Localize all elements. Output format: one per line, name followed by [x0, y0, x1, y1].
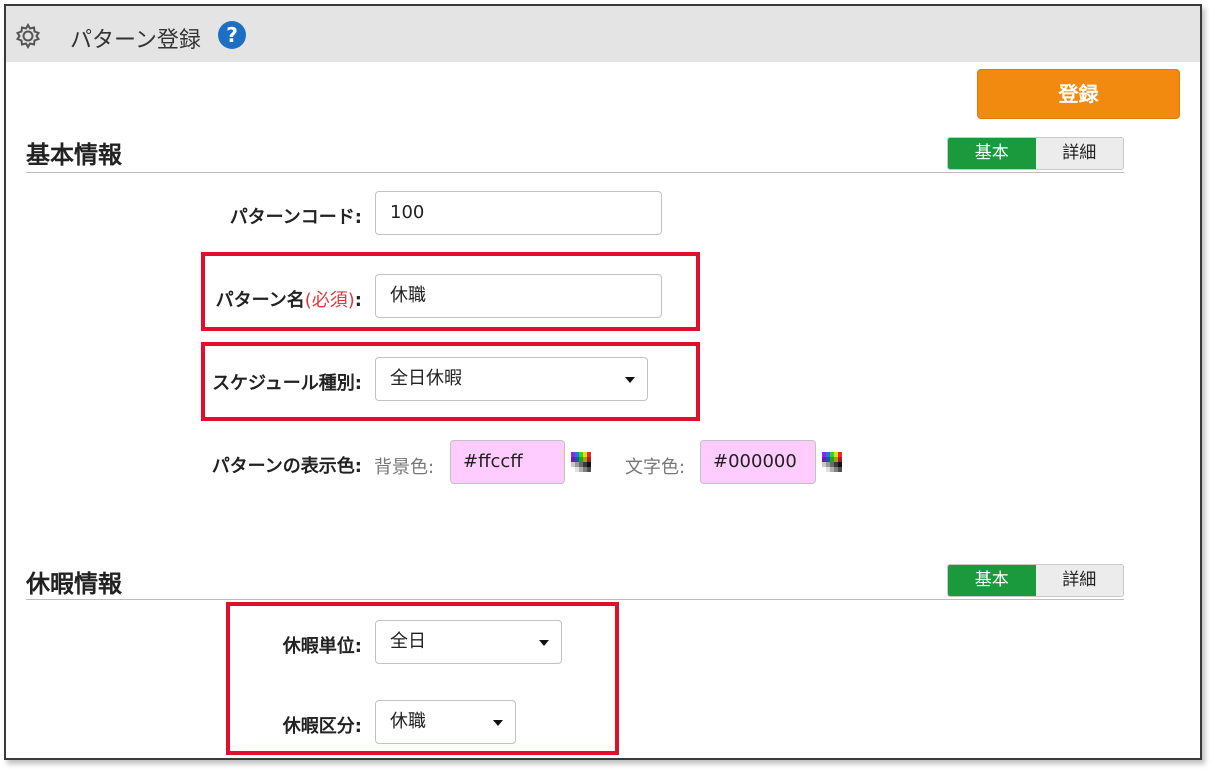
background-color-input[interactable]: #ffccff: [450, 440, 565, 484]
tab-detail[interactable]: 詳細: [1035, 138, 1123, 169]
tab-detail[interactable]: 詳細: [1035, 565, 1123, 596]
pattern-registration-window: パターン登録 ? 登録 基本情報 基本 詳細 パターンコード: 100 パターン…: [4, 4, 1202, 760]
leave-info-view-toggle: 基本 詳細: [947, 564, 1124, 597]
text-color-label: 文字色:: [625, 457, 686, 478]
title-bar: パターン登録 ?: [6, 6, 1200, 62]
background-color-label: 背景色:: [374, 457, 435, 478]
display-color-label: パターンの表示色:: [211, 456, 362, 477]
pattern-code-input[interactable]: 100: [375, 191, 662, 235]
section-divider: [26, 599, 1124, 600]
highlight-box-pattern-name: [201, 252, 700, 331]
text-color-palette-icon[interactable]: [822, 452, 842, 472]
page-title: パターン登録: [70, 28, 201, 53]
tab-basic[interactable]: 基本: [948, 138, 1036, 169]
text-color-input[interactable]: #000000: [700, 440, 816, 484]
basic-info-view-toggle: 基本 詳細: [947, 137, 1124, 170]
tab-basic[interactable]: 基本: [948, 565, 1036, 596]
help-icon[interactable]: ?: [218, 21, 246, 49]
gear-icon: [15, 22, 41, 50]
highlight-box-leave-fields: [226, 602, 619, 755]
highlight-box-schedule-type: [201, 342, 700, 421]
register-button[interactable]: 登録: [977, 69, 1180, 119]
leave-info-heading: 休暇情報: [26, 570, 122, 598]
section-divider: [26, 172, 1124, 173]
pattern-code-label: パターンコード:: [229, 207, 362, 228]
basic-info-heading: 基本情報: [26, 141, 122, 169]
background-color-palette-icon[interactable]: [571, 452, 591, 472]
